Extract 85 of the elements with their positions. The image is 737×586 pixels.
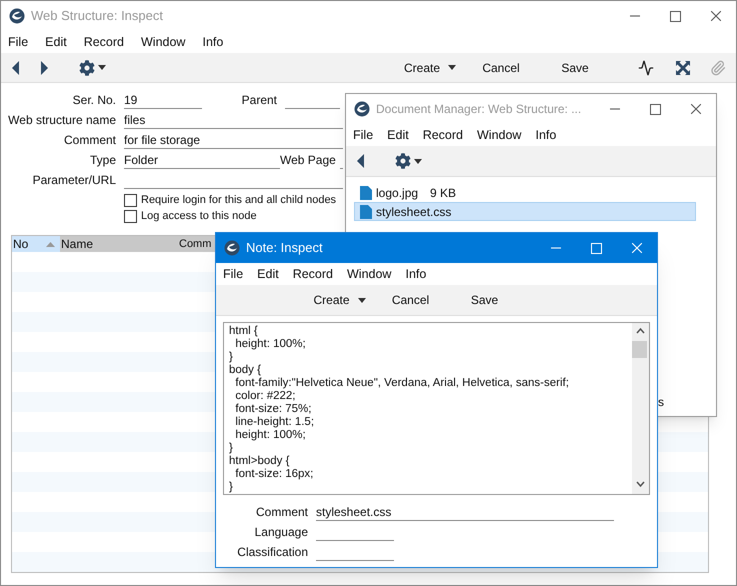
code-line: font-size: 16px; — [234, 468, 314, 481]
menu-item[interactable]: Record — [422, 126, 463, 144]
field-label: Classification — [236, 544, 309, 561]
menu-item[interactable]: File — [223, 264, 244, 284]
sort-arrow-icon — [46, 242, 56, 246]
menu-item[interactable]: File — [8, 32, 28, 52]
close-icon[interactable] — [711, 11, 721, 21]
code-line: color: #222; — [234, 390, 296, 403]
checkbox-label: Require login for this and all child nodes — [141, 192, 336, 208]
caret-icon — [98, 65, 106, 70]
code-line: font-family:"Helvetica Neue", Verdana, Arial, Helvetica, sans-serif; — [234, 377, 569, 390]
expand-icon[interactable] — [676, 60, 690, 74]
code-line: height: 100%; — [234, 338, 306, 351]
menu-item[interactable]: Edit — [45, 32, 67, 52]
window-title: Web Structure: Inspect — [31, 7, 163, 26]
back-arrow-icon[interactable] — [11, 60, 20, 74]
window-title: Document Manager: Web Structure: ... — [376, 101, 582, 118]
logo-icon — [354, 101, 370, 117]
menu-item[interactable]: Edit — [387, 126, 409, 144]
close-icon[interactable] — [691, 104, 701, 114]
field-label: Comment — [62, 132, 117, 149]
settings-icon[interactable] — [395, 153, 411, 169]
document-row[interactable]: stylesheet.css — [354, 202, 696, 221]
caret-icon — [448, 65, 456, 70]
code-line: body { — [229, 364, 261, 377]
logo-icon — [9, 8, 25, 24]
toolbar-button[interactable]: Create — [314, 291, 372, 309]
toolbar-button[interactable]: Save — [450, 291, 520, 309]
menu-item[interactable]: File — [353, 126, 374, 144]
toolbar-button[interactable]: Create — [404, 58, 462, 76]
field-label: Web structure name — [7, 112, 117, 129]
checkbox[interactable] — [124, 194, 137, 206]
forward-arrow-icon[interactable] — [40, 60, 49, 74]
menu-item[interactable]: Record — [84, 32, 124, 52]
maximize-icon[interactable] — [670, 10, 681, 22]
code-line: } — [229, 481, 233, 494]
field-label: Web Page — [280, 152, 337, 169]
document-row[interactable]: logo.jpg 9 KB — [354, 183, 696, 202]
column-header[interactable]: Comm — [178, 236, 212, 252]
menu-item[interactable]: Info — [202, 32, 224, 52]
toolbar-button[interactable]: Cancel — [376, 291, 446, 309]
file-icon — [360, 204, 372, 218]
caret-icon — [414, 158, 422, 164]
toolbar-button[interactable]: Cancel — [466, 58, 536, 76]
code-line: font-size: 75%; — [234, 403, 312, 416]
input-field[interactable]: 19 — [124, 93, 202, 109]
input-field[interactable]: for file storage — [124, 133, 343, 149]
maximize-icon[interactable] — [650, 104, 661, 114]
back-arrow-icon[interactable] — [356, 154, 365, 168]
field-label: Ser. No. — [72, 92, 117, 109]
logo-icon — [224, 240, 240, 256]
checkbox-label: Log access to this node — [141, 208, 257, 224]
file-icon — [360, 186, 372, 200]
code-line: html { — [229, 325, 258, 338]
menu-item[interactable]: Window — [347, 264, 392, 284]
menu-item[interactable]: Info — [535, 126, 556, 144]
caret-icon — [358, 298, 366, 302]
checkbox[interactable] — [124, 210, 137, 222]
code-line: height: 100%; — [234, 429, 306, 442]
field-label: Parent — [240, 92, 278, 109]
window-title: Note: Inspect — [246, 239, 323, 258]
code-line: html>body { — [229, 455, 290, 468]
field-label: Comment — [254, 504, 309, 521]
input-field[interactable]: files — [124, 113, 343, 129]
input-field[interactable]: Folder — [124, 153, 280, 169]
field-label: Parameter/URL — [32, 172, 117, 189]
scrollbar[interactable] — [632, 323, 649, 494]
menu-item[interactable]: Edit — [257, 264, 279, 284]
menu-item[interactable]: Window — [141, 32, 186, 52]
text-area[interactable]: html { height: 100%; } body { font-family:"Helvetica Neue", Verdana, Arial, Helvetica, sans-serif; color: #222; font-size: 75%; line-height: 1.5; height: 100%; } html>body { font-size: 16px; } — [223, 322, 650, 495]
code-line: } — [229, 442, 233, 455]
menu-item[interactable]: Info — [405, 264, 426, 284]
pulse-icon[interactable] — [638, 60, 654, 76]
toolbar-button[interactable]: Save — [540, 58, 610, 76]
menu-item[interactable]: Record — [292, 264, 333, 284]
column-header[interactable]: Name — [60, 236, 178, 252]
field-label: Type — [88, 152, 117, 169]
column-header[interactable]: No — [12, 236, 60, 252]
field-label: Language — [254, 524, 309, 541]
input-field[interactable]: stylesheet.css — [316, 505, 614, 521]
settings-icon[interactable] — [79, 60, 95, 76]
code-line: } — [229, 351, 233, 364]
menu-item[interactable]: Window — [477, 126, 522, 144]
code-line: line-height: 1.5; — [234, 416, 314, 429]
button-label: s — [658, 394, 664, 411]
